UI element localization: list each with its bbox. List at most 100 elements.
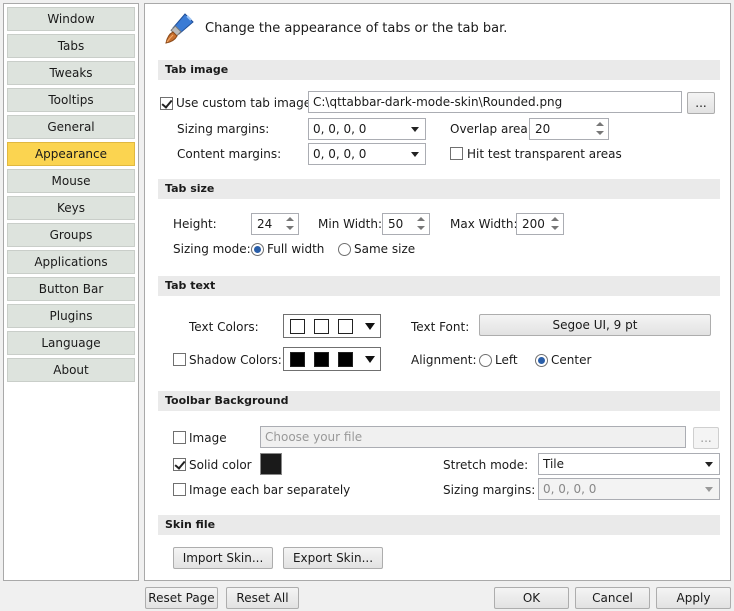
section-tab-size: Tab size — [158, 179, 720, 199]
spin-down-icon[interactable] — [548, 224, 562, 233]
overlap-area-label: Overlap area: — [450, 122, 532, 136]
overlap-area-spinner[interactable]: 20 — [529, 118, 609, 140]
image-each-bar-label: Image each bar separately — [189, 483, 351, 497]
align-center-radio[interactable] — [535, 354, 548, 367]
paintbrush-icon — [165, 13, 194, 44]
apply-button[interactable]: Apply — [656, 587, 731, 609]
stretch-mode-value: Tile — [543, 457, 565, 471]
max-width-label: Max Width: — [450, 217, 518, 231]
toolbar-sizing-margins-label: Sizing margins: — [443, 483, 536, 497]
chevron-down-icon — [365, 356, 375, 363]
chevron-down-icon — [411, 127, 419, 132]
use-custom-tab-image-label: Use custom tab image: — [176, 96, 316, 110]
full-width-radio[interactable] — [251, 243, 264, 256]
sidebar-item-window[interactable]: Window — [7, 7, 135, 31]
sidebar-item-applications[interactable]: Applications — [7, 250, 135, 274]
solid-color-label: Solid color — [189, 458, 252, 472]
sidebar-item-tabs[interactable]: Tabs — [7, 34, 135, 58]
image-each-bar-checkbox[interactable] — [173, 483, 186, 496]
shadow-colors-label: Shadow Colors: — [189, 353, 282, 367]
toolbar-image-label: Image — [189, 431, 227, 445]
min-width-spinner[interactable]: 50 — [382, 213, 430, 235]
height-spinner[interactable]: 24 — [251, 213, 299, 235]
use-custom-tab-image-checkbox[interactable] — [160, 97, 173, 110]
spin-up-icon[interactable] — [593, 120, 607, 129]
section-tab-image: Tab image — [158, 60, 720, 80]
shadow-colors-picker[interactable] — [283, 347, 381, 371]
same-size-label: Same size — [354, 242, 416, 256]
spin-up-icon[interactable] — [548, 215, 562, 224]
min-width-value: 50 — [388, 217, 404, 231]
sidebar-item-language[interactable]: Language — [7, 331, 135, 355]
toolbar-sizing-margins-dropdown[interactable]: 0, 0, 0, 0 — [538, 478, 720, 500]
page-header-text: Change the appearance of tabs or the tab… — [205, 21, 508, 36]
sidebar-item-button-bar[interactable]: Button Bar — [7, 277, 135, 301]
sizing-margins-label: Sizing margins: — [177, 122, 270, 136]
content-margins-value: 0, 0, 0, 0 — [313, 147, 367, 161]
section-tab-text: Tab text — [158, 276, 720, 296]
chevron-down-icon — [365, 323, 375, 330]
spin-down-icon[interactable] — [414, 224, 428, 233]
height-label: Height: — [173, 217, 217, 231]
sidebar-item-about[interactable]: About — [7, 358, 135, 382]
height-value: 24 — [257, 217, 273, 231]
content-margins-dropdown[interactable]: 0, 0, 0, 0 — [308, 143, 426, 165]
sizing-margins-value: 0, 0, 0, 0 — [313, 122, 367, 136]
cancel-button[interactable]: Cancel — [575, 587, 650, 609]
ok-button[interactable]: OK — [494, 587, 569, 609]
toolbar-image-browse-button[interactable]: ... — [693, 427, 719, 449]
options-window: Window Tabs Tweaks Tooltips General Appe… — [0, 0, 734, 611]
spin-up-icon[interactable] — [414, 215, 428, 224]
section-toolbar-background: Toolbar Background — [158, 391, 720, 411]
sidebar-item-general[interactable]: General — [7, 115, 135, 139]
text-color-swatch — [314, 319, 329, 334]
sidebar-item-mouse[interactable]: Mouse — [7, 169, 135, 193]
align-left-radio[interactable] — [479, 354, 492, 367]
text-font-button[interactable]: Segoe UI, 9 pt — [479, 314, 711, 336]
text-font-label: Text Font: — [411, 320, 470, 334]
min-width-label: Min Width: — [318, 217, 383, 231]
chevron-down-icon — [411, 152, 419, 157]
solid-color-checkbox[interactable] — [173, 458, 186, 471]
section-skin-file: Skin file — [158, 515, 720, 535]
stretch-mode-dropdown[interactable]: Tile — [538, 453, 720, 475]
hit-test-label: Hit test transparent areas — [467, 147, 622, 161]
sidebar-item-plugins[interactable]: Plugins — [7, 304, 135, 328]
sizing-mode-label: Sizing mode: — [173, 242, 251, 256]
sidebar-item-appearance[interactable]: Appearance — [7, 142, 135, 166]
spin-down-icon[interactable] — [283, 224, 297, 233]
spin-down-icon[interactable] — [593, 129, 607, 138]
import-skin-button[interactable]: Import Skin... — [173, 547, 273, 569]
toolbar-image-checkbox[interactable] — [173, 431, 186, 444]
tab-image-path-field[interactable]: C:\qttabbar-dark-mode-skin\Rounded.png — [308, 91, 682, 113]
chevron-down-icon — [705, 487, 713, 492]
text-color-swatch — [290, 319, 305, 334]
toolbar-image-file-field[interactable]: Choose your file — [260, 426, 686, 448]
tab-image-browse-button[interactable]: ... — [687, 92, 715, 114]
shadow-colors-checkbox[interactable] — [173, 353, 186, 366]
same-size-radio[interactable] — [338, 243, 351, 256]
sidebar-item-tweaks[interactable]: Tweaks — [7, 61, 135, 85]
sidebar-item-keys[interactable]: Keys — [7, 196, 135, 220]
hit-test-checkbox[interactable] — [450, 147, 463, 160]
export-skin-button[interactable]: Export Skin... — [283, 547, 383, 569]
reset-all-button[interactable]: Reset All — [226, 587, 299, 609]
sidebar-item-groups[interactable]: Groups — [7, 223, 135, 247]
content-margins-label: Content margins: — [177, 147, 282, 161]
solid-color-swatch[interactable] — [260, 453, 282, 475]
toolbar-sizing-margins-value: 0, 0, 0, 0 — [543, 482, 597, 496]
alignment-label: Alignment: — [411, 353, 477, 367]
max-width-value: 200 — [522, 217, 545, 231]
max-width-spinner[interactable]: 200 — [516, 213, 564, 235]
text-colors-picker[interactable] — [283, 314, 381, 338]
appearance-panel: Change the appearance of tabs or the tab… — [144, 3, 731, 581]
spin-up-icon[interactable] — [283, 215, 297, 224]
reset-page-button[interactable]: Reset Page — [145, 587, 218, 609]
sizing-margins-dropdown[interactable]: 0, 0, 0, 0 — [308, 118, 426, 140]
sidebar-item-tooltips[interactable]: Tooltips — [7, 88, 135, 112]
shadow-color-swatch — [338, 352, 353, 367]
text-color-swatch — [338, 319, 353, 334]
shadow-color-swatch — [290, 352, 305, 367]
align-center-label: Center — [551, 353, 592, 367]
overlap-area-value: 20 — [535, 122, 551, 136]
